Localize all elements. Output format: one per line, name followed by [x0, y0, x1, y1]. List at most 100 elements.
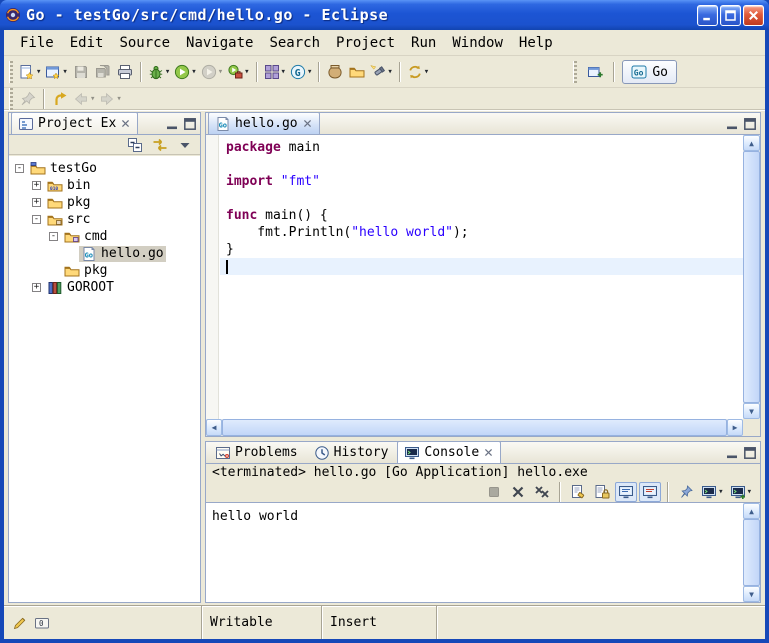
expand-expander[interactable]: +	[32, 283, 41, 292]
remove-all-launches-button[interactable]	[531, 482, 553, 502]
print-button[interactable]	[114, 60, 136, 84]
dropdown-arrow-icon[interactable]: ▾	[747, 487, 752, 497]
tab-history[interactable]: History	[307, 441, 396, 463]
tree-item-src[interactable]: -src	[9, 211, 200, 228]
go-tools-button[interactable]: G▾	[288, 60, 314, 84]
collapse-expander[interactable]: -	[15, 164, 24, 173]
maximize-view-button[interactable]	[742, 116, 758, 132]
minimize-view-button[interactable]	[724, 445, 740, 461]
show-console-on-stderr-button[interactable]	[639, 482, 661, 502]
dropdown-arrow-icon[interactable]: ▾	[281, 67, 286, 77]
tree-item-pkg[interactable]: pkg	[9, 262, 200, 279]
tab-project-explorer[interactable]: Project Ex	[11, 112, 138, 134]
collapse-expander[interactable]: -	[32, 215, 41, 224]
debug-button[interactable]: ▾	[146, 60, 172, 84]
scroll-lock-button[interactable]	[591, 482, 613, 502]
team-sync-button[interactable]: ▾	[405, 60, 431, 84]
dropdown-arrow-icon[interactable]: ▾	[36, 67, 41, 77]
tab-console[interactable]: Console	[397, 441, 501, 463]
scroll-thumb[interactable]	[743, 519, 760, 586]
dropdown-arrow-icon[interactable]: ▾	[718, 487, 723, 497]
menu-run[interactable]: Run	[403, 32, 444, 54]
menu-project[interactable]: Project	[328, 32, 403, 54]
display-selected-console-button[interactable]: ▾	[699, 482, 725, 502]
maximize-view-button[interactable]	[182, 116, 198, 132]
menu-help[interactable]: Help	[511, 32, 561, 54]
scroll-thumb[interactable]	[222, 419, 727, 436]
tree-item-testgo[interactable]: -testGo	[9, 160, 200, 177]
perspective-go-button[interactable]: Go Go	[622, 60, 677, 84]
toolbar-grip[interactable]	[9, 61, 13, 83]
pin-console-button[interactable]	[675, 482, 697, 502]
tab-problems[interactable]: Problems	[208, 441, 305, 463]
editor-horizontal-scrollbar[interactable]: ◀ ▶	[206, 419, 743, 436]
dropdown-arrow-icon[interactable]: ▾	[116, 94, 121, 104]
dropdown-arrow-icon[interactable]: ▾	[307, 67, 312, 77]
new-button[interactable]: ▾	[17, 60, 43, 84]
tab-hello-go[interactable]: Go hello.go	[208, 112, 320, 134]
code-line[interactable]	[220, 258, 743, 275]
scroll-track[interactable]	[743, 519, 760, 586]
dropdown-arrow-icon[interactable]: ▾	[165, 67, 170, 77]
maximize-view-button[interactable]	[742, 445, 758, 461]
scroll-right-button[interactable]: ▶	[727, 419, 743, 436]
external-tools-button[interactable]: ▾	[225, 60, 251, 84]
maximize-window-button[interactable]	[720, 5, 741, 26]
menu-search[interactable]: Search	[261, 32, 328, 54]
close-tab-icon[interactable]	[483, 447, 494, 458]
run-button[interactable]: ▾	[172, 60, 198, 84]
collapse-all-button[interactable]	[124, 133, 146, 157]
scroll-up-button[interactable]: ▲	[743, 503, 760, 519]
remove-launch-button[interactable]	[507, 482, 529, 502]
title-bar[interactable]: Go - testGo/src/cmd/hello.go - Eclipse	[0, 0, 769, 30]
code-line[interactable]: fmt.Println("hello world");	[220, 224, 743, 241]
scroll-thumb[interactable]	[743, 151, 760, 403]
menu-source[interactable]: Source	[111, 32, 178, 54]
dropdown-arrow-icon[interactable]: ▾	[62, 67, 67, 77]
code-line[interactable]: import "fmt"	[220, 173, 743, 190]
annotation-ruler[interactable]	[206, 135, 219, 419]
open-resource-button[interactable]	[346, 60, 368, 84]
open-perspective-button[interactable]	[584, 60, 606, 84]
tree-item-hello-go[interactable]: Gohello.go	[9, 245, 200, 262]
console-output[interactable]: hello world	[206, 503, 743, 602]
menu-window[interactable]: Window	[444, 32, 511, 54]
new-project-button[interactable]: ▾	[43, 60, 69, 84]
code-line[interactable]: package main	[220, 139, 743, 156]
open-console-button[interactable]: ▾	[728, 482, 754, 502]
menu-navigate[interactable]: Navigate	[178, 32, 261, 54]
dropdown-arrow-icon[interactable]: ▾	[424, 67, 429, 77]
editor-vertical-scrollbar[interactable]: ▲ ▼	[743, 135, 760, 419]
collapse-expander[interactable]: -	[49, 232, 58, 241]
perspective-bar-grip[interactable]	[573, 61, 577, 83]
link-with-editor-button[interactable]	[149, 133, 171, 157]
scroll-track[interactable]	[222, 419, 727, 436]
show-console-on-stdout-button[interactable]	[615, 482, 637, 502]
tree-item-bin[interactable]: +010bin	[9, 177, 200, 194]
scroll-down-button[interactable]: ▼	[743, 586, 760, 602]
code-area[interactable]: package mainimport "fmt"func main() { fm…	[220, 135, 743, 419]
minimize-view-button[interactable]	[164, 116, 180, 132]
close-tab-icon[interactable]	[302, 118, 313, 129]
minimize-window-button[interactable]	[697, 5, 718, 26]
tree-item-pkg[interactable]: +pkg	[9, 194, 200, 211]
console-vertical-scrollbar[interactable]: ▲ ▼	[743, 503, 760, 602]
toolbar-grip[interactable]	[9, 88, 13, 110]
dropdown-arrow-icon[interactable]: ▾	[244, 67, 249, 77]
menu-file[interactable]: File	[12, 32, 62, 54]
expand-expander[interactable]: +	[32, 181, 41, 190]
dropdown-arrow-icon[interactable]: ▾	[90, 94, 95, 104]
menu-edit[interactable]: Edit	[62, 32, 112, 54]
minimize-view-button[interactable]	[724, 116, 740, 132]
tree-item-goroot[interactable]: +GOROOT	[9, 279, 200, 296]
dropdown-arrow-icon[interactable]: ▾	[387, 67, 392, 77]
scroll-up-button[interactable]: ▲	[743, 135, 760, 151]
open-type-button[interactable]	[324, 60, 346, 84]
scroll-track[interactable]	[743, 151, 760, 403]
tree-item-cmd[interactable]: -cmd	[9, 228, 200, 245]
new-go-element-button[interactable]: ▾	[262, 60, 288, 84]
close-tab-icon[interactable]	[120, 118, 131, 129]
view-menu-button[interactable]	[174, 133, 196, 157]
dropdown-arrow-icon[interactable]: ▾	[218, 67, 223, 77]
last-edit-location-button[interactable]	[49, 89, 71, 109]
